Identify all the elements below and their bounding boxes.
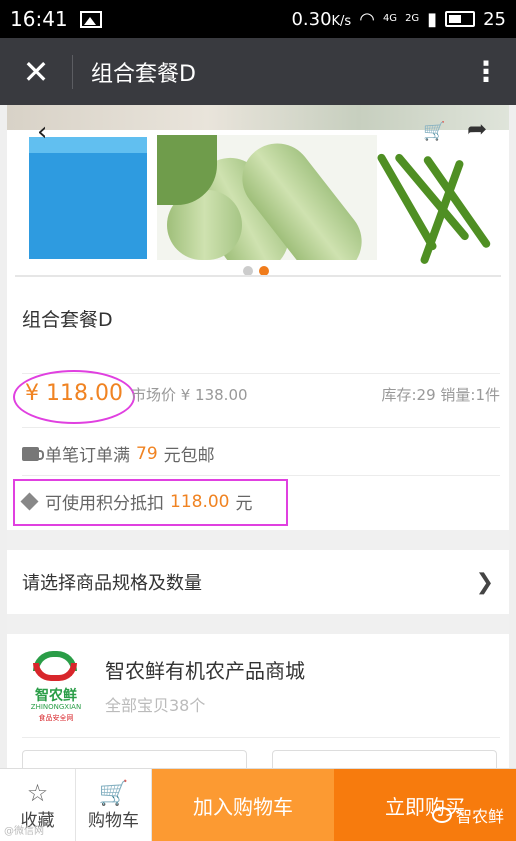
title-divider [72, 54, 73, 89]
add-to-cart-button[interactable]: 加入购物车 [152, 769, 334, 841]
star-icon: ☆ [26, 778, 49, 807]
points-suffix: 元 [235, 494, 253, 514]
market-price: 市场价 ¥ 138.00 [130, 386, 248, 404]
battery-icon [445, 11, 476, 27]
divider [22, 427, 500, 428]
product-price: ¥ 118.00 [25, 381, 123, 406]
title-bar: ✕ 组合套餐D ⋮ [0, 38, 516, 105]
shop-logo: 智农鲜 ZHINONGXIAN 食品安全网 [27, 651, 85, 722]
shop-card[interactable]: 智农鲜 ZHINONGXIAN 食品安全网 智农鲜有机农产品商城 全部宝贝38个 [7, 635, 509, 790]
product-image-blue [29, 137, 147, 259]
add-to-cart-label: 加入购物车 [193, 794, 293, 819]
bottom-action-bar: ☆ 收藏 🛒 购物车 加入购物车 立即购买 智农鲜 @微信网 [0, 768, 516, 841]
spec-selector[interactable]: 请选择商品规格及数量 ❯ [7, 550, 509, 614]
carousel-bottom-line [15, 275, 501, 277]
watermark: 智农鲜 [431, 803, 504, 827]
shipping-prefix: 单笔订单满 [45, 446, 130, 466]
watermark-text: 智农鲜 [455, 807, 504, 826]
image-notification-icon [79, 10, 102, 28]
cart-label: 购物车 [88, 810, 139, 831]
logo-subtext: ZHINONGXIAN [30, 703, 82, 711]
shop-name: 智农鲜有机农产品商城 [105, 659, 305, 683]
page-title: 组合套餐D [91, 61, 196, 87]
cube-icon [20, 492, 39, 511]
product-title: 组合套餐D [22, 309, 113, 331]
spec-label: 请选择商品规格及数量 [22, 573, 202, 594]
share-icon[interactable]: ➦ [467, 115, 487, 143]
battery-level: 25 [483, 8, 506, 30]
price-row: ¥ 118.00 市场价 ¥ 138.00 库存:29 销量:1件 [22, 381, 500, 415]
logo-swirl-red [33, 663, 77, 681]
points-info: 可使用积分抵扣 118.00 元 [20, 489, 253, 514]
product-image-beans [376, 147, 493, 266]
product-image-zucchini [157, 135, 377, 260]
close-icon[interactable]: ✕ [0, 53, 72, 91]
logo-text: 智农鲜 [35, 688, 77, 704]
wifi-icon: ◠ [359, 8, 375, 30]
shipping-amount: 79 [136, 443, 158, 464]
chevron-right-icon: ❯ [475, 569, 494, 595]
cart-icon[interactable]: 🛒 [423, 121, 445, 142]
points-prefix: 可使用积分抵扣 [45, 494, 164, 514]
status-time: 16:41 [10, 7, 68, 31]
points-amount: 118.00 [170, 491, 230, 512]
signal-bars-icon: ▮ [427, 8, 438, 30]
shipping-suffix: 元包邮 [163, 446, 215, 466]
product-image-carousel[interactable]: ‹ 🛒 ➦ [7, 105, 509, 285]
cup-icon [22, 446, 44, 461]
more-options-icon[interactable]: ⋮ [456, 55, 516, 88]
signal-2g-label: 2G [405, 13, 420, 24]
cart-button[interactable]: 🛒 购物车 [76, 769, 152, 841]
wechat-icon [431, 807, 452, 823]
shipping-info: 单笔订单满 79 元包邮 [22, 441, 215, 466]
divider [22, 475, 500, 476]
stock-sales: 库存:29 销量:1件 [381, 386, 500, 404]
cart-icon: 🛒 [98, 778, 129, 807]
section-gap [7, 614, 509, 634]
back-arrow-icon[interactable]: ‹ [37, 117, 47, 147]
signal-4g-label: 4G [382, 13, 398, 24]
watermark-left: @微信网 [4, 826, 44, 837]
network-speed: 0.30K/s [291, 8, 352, 30]
status-bar: 16:41 0.30K/s ◠ 4G 2G ▮ 25 [0, 0, 516, 38]
divider [22, 737, 500, 738]
logo-subtext-2: 食品安全网 [38, 714, 74, 722]
product-page: ‹ 🛒 ➦ 组合套餐D ¥ 118.00 市场价 ¥ 138.00 库存:29 … [7, 105, 509, 790]
shop-item-count: 全部宝贝38个 [105, 696, 206, 715]
section-gap [7, 530, 509, 550]
